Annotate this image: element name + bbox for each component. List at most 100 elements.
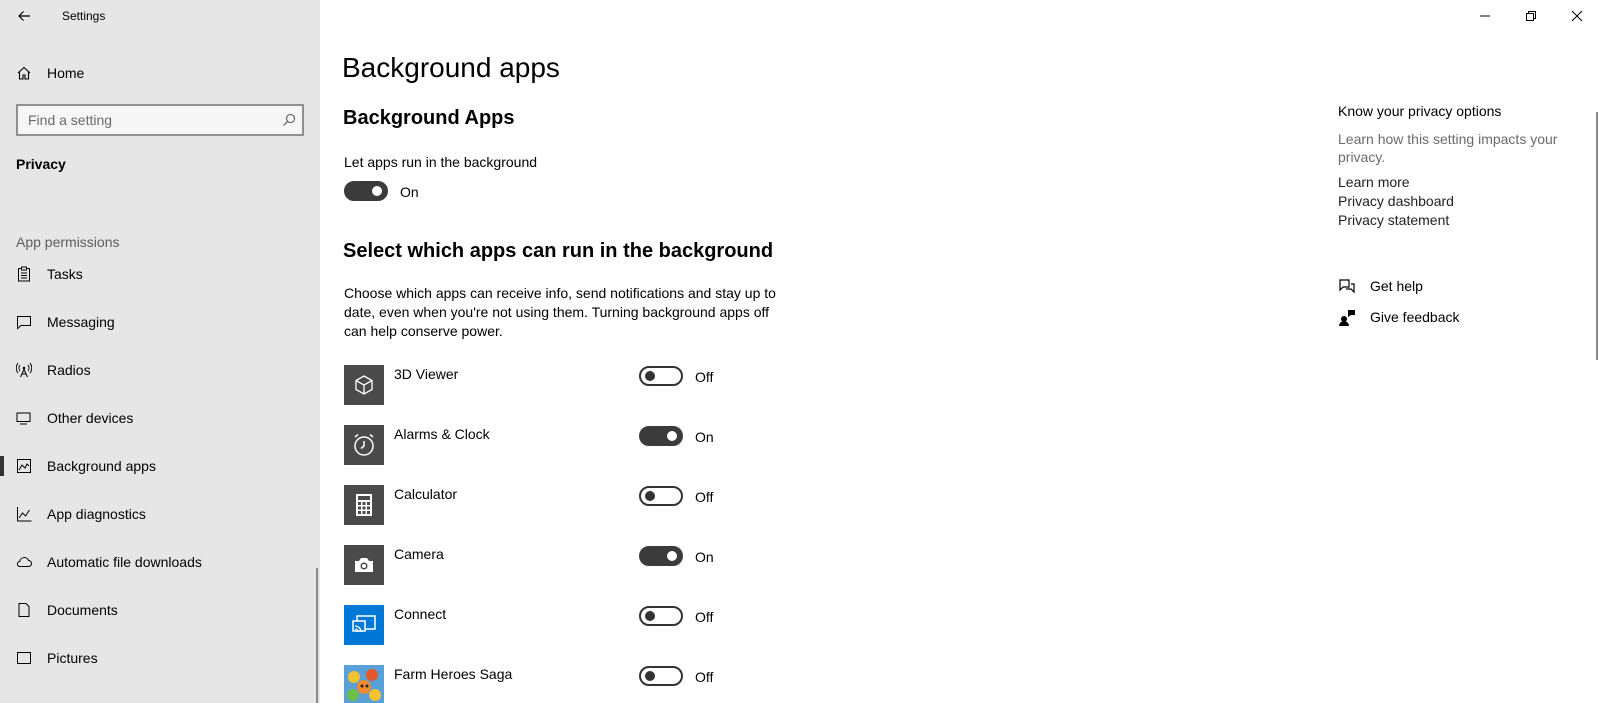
sidebar-item-label: Background apps (47, 458, 156, 474)
toggle-knob (645, 371, 655, 381)
sidebar-item-pictures[interactable]: Pictures (0, 638, 320, 678)
close-icon (1571, 10, 1583, 22)
toggle-knob (372, 186, 382, 196)
chat-help-icon (1339, 279, 1355, 294)
app-row-farm-heroes-saga: Farm Heroes Saga Off (344, 665, 784, 703)
give-feedback-label: Give feedback (1370, 309, 1460, 325)
sidebar-item-home[interactable]: Home (0, 56, 320, 90)
section-title: Privacy (16, 156, 66, 172)
sidebar-item-background-apps[interactable]: Background apps (0, 446, 320, 486)
document-icon (18, 603, 30, 617)
learn-more-link[interactable]: Learn more (1338, 174, 1410, 190)
message-icon (17, 316, 31, 330)
app-state: Off (695, 489, 714, 505)
app-name: 3D Viewer (394, 366, 459, 382)
section-heading-select-apps: Select which apps can run in the backgro… (343, 240, 774, 262)
app-row-connect: Connect Off (344, 605, 784, 645)
picture-icon (17, 652, 31, 664)
game-icon (344, 665, 384, 703)
app-title: Settings (62, 9, 106, 23)
connect-icon (344, 605, 384, 645)
sidebar-item-label: Documents (47, 602, 118, 618)
close-button[interactable] (1554, 0, 1600, 32)
app-toggle[interactable] (639, 426, 683, 446)
radio-tower-icon (16, 362, 32, 378)
app-name: Camera (394, 546, 444, 562)
sidebar-item-documents[interactable]: Documents (0, 590, 320, 630)
give-feedback-link[interactable]: Give feedback (1338, 307, 1578, 331)
alarm-clock-icon (344, 425, 384, 465)
search-icon[interactable] (282, 113, 296, 127)
app-row-alarms-clock: Alarms & Clock On (344, 425, 784, 465)
app-state: Off (695, 369, 714, 385)
back-button[interactable] (0, 0, 48, 32)
toggle-knob (667, 431, 677, 441)
app-state: On (695, 429, 714, 445)
selected-indicator (0, 456, 4, 476)
feedback-icon (1339, 310, 1355, 326)
sidebar-item-app-diagnostics[interactable]: App diagnostics (0, 494, 320, 534)
restore-button[interactable] (1508, 0, 1554, 32)
app-name: Alarms & Clock (394, 426, 490, 442)
page-title: Background apps (342, 52, 560, 83)
clipboard-icon (18, 266, 30, 282)
privacy-statement-link[interactable]: Privacy statement (1338, 212, 1449, 228)
cloud-icon (16, 557, 32, 567)
get-help-label: Get help (1370, 278, 1423, 294)
minimize-button[interactable] (1462, 0, 1508, 32)
app-name: Calculator (394, 486, 458, 502)
back-arrow-icon (18, 11, 30, 21)
app-row-camera: Camera On (344, 545, 784, 585)
toggle-knob (645, 671, 655, 681)
let-apps-run-label: Let apps run in the background (344, 154, 538, 170)
sidebar-item-label: Tasks (47, 266, 83, 282)
app-toggle[interactable] (639, 546, 683, 566)
toggle-knob (645, 611, 655, 621)
section-heading-background-apps: Background Apps (343, 107, 515, 129)
toggle-knob (667, 551, 677, 561)
sidebar-item-label: Radios (47, 362, 91, 378)
sidebar-item-radios[interactable]: Radios (0, 350, 320, 390)
app-state: On (695, 549, 714, 565)
sidebar-scrollbar[interactable] (316, 568, 318, 703)
sidebar-item-label: Messaging (47, 314, 115, 330)
app-state: Off (695, 669, 714, 685)
group-label: App permissions (16, 234, 120, 250)
sidebar: Settings Home Privacy App permissions Ta… (0, 0, 320, 703)
app-name: Connect (394, 606, 447, 622)
app-toggle[interactable] (639, 666, 683, 686)
toggle-knob (645, 491, 655, 501)
app-toggle[interactable] (639, 486, 683, 506)
app-toggle[interactable] (639, 606, 683, 626)
sidebar-item-tasks[interactable]: Tasks (0, 254, 320, 294)
app-state: Off (695, 609, 714, 625)
app-row-3d-viewer: 3D Viewer Off (344, 365, 784, 405)
sidebar-item-other-devices[interactable]: Other devices (0, 398, 320, 438)
sidebar-item-label: Other devices (47, 410, 134, 426)
search-input[interactable] (18, 106, 268, 134)
camera-icon (344, 545, 384, 585)
background-apps-icon (17, 459, 31, 473)
main-scrollbar[interactable] (1596, 112, 1598, 360)
app-name: Farm Heroes Saga (394, 666, 513, 682)
sidebar-item-messaging[interactable]: Messaging (0, 302, 320, 342)
home-icon (17, 66, 31, 80)
sidebar-item-label: Automatic file downloads (47, 554, 202, 570)
sidebar-item-automatic-file-downloads[interactable]: Automatic file downloads (0, 542, 320, 582)
let-apps-run-toggle[interactable] (344, 181, 388, 201)
calculator-icon (344, 485, 384, 525)
app-row-calculator: Calculator Off (344, 485, 784, 525)
cube-icon (344, 365, 384, 405)
diagnostics-icon (17, 507, 32, 522)
privacy-options-description: Learn how this setting impacts your priv… (1338, 131, 1558, 165)
privacy-dashboard-link[interactable]: Privacy dashboard (1338, 193, 1454, 209)
get-help-link[interactable]: Get help (1338, 276, 1578, 300)
let-apps-run-state: On (400, 184, 419, 200)
sidebar-item-label: App diagnostics (47, 506, 146, 522)
minimize-icon (1480, 15, 1490, 17)
app-toggle[interactable] (639, 366, 683, 386)
title-bar: Settings (0, 0, 320, 32)
devices-icon (16, 412, 31, 425)
restore-icon (1526, 11, 1536, 21)
search-box[interactable] (16, 104, 304, 136)
